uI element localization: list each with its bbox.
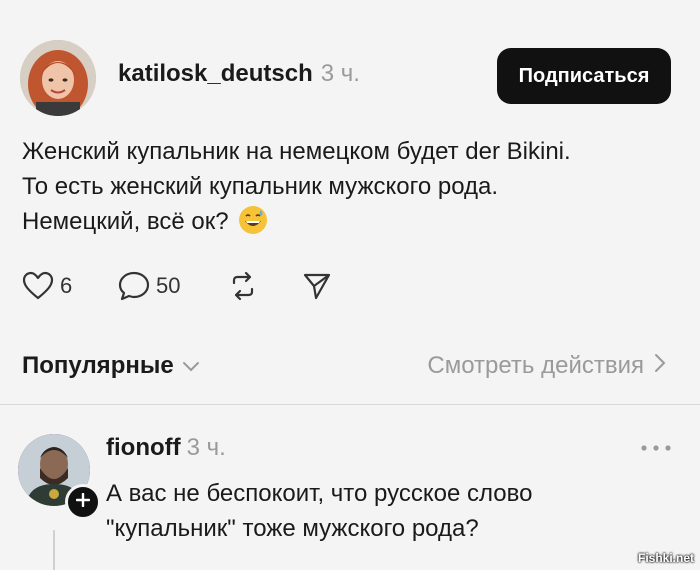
post-text-line-last: Немецкий, всё ок? [22,204,571,239]
reply-text: А вас не беспокоит, что русское слово "к… [106,476,532,546]
speech-bubble-icon [118,271,150,301]
section-divider [0,404,700,405]
plus-icon [75,492,91,512]
author-avatar[interactable] [20,40,96,116]
repost-icon [228,271,258,301]
post-time: 3 ч. [320,60,360,87]
post-text-line: Женский купальник на немецком будет der … [22,138,571,165]
like-count: 6 [60,273,73,298]
post-text-line-content: Немецкий, всё ок? [22,208,229,235]
like-button[interactable]: 6 [22,270,72,302]
follow-button[interactable]: Подписаться [497,48,671,104]
more-icon [638,443,674,460]
view-activity-label: Смотреть действия [427,352,644,379]
follow-reply-author-button[interactable] [65,484,101,520]
grinning-sweat-emoji [239,206,268,234]
reply-header: fionoff 3 ч. [106,434,226,462]
repost-button[interactable] [228,270,258,302]
post-text: Женский купальник на немецком будет der … [22,134,571,239]
comment-button[interactable]: 50 [118,270,180,302]
reply-author[interactable]: fionoff [106,434,181,461]
post-text-line: То есть женский купальник мужского рода. [22,173,499,200]
sort-label: Популярные [22,352,174,379]
thread-line [53,530,55,570]
send-icon [302,271,332,301]
chevron-down-icon [174,352,200,380]
post: katilosk_deutsch 3 ч. Подписаться Женский… [0,0,700,320]
reply-time: 3 ч. [186,434,226,461]
reply-text-line: А вас не беспокоит, что русское слово [106,480,533,507]
sort-dropdown[interactable]: Популярные [22,352,200,380]
chevron-right-icon [644,352,666,380]
share-button[interactable] [302,270,332,302]
view-activity-link[interactable]: Смотреть действия [427,352,666,380]
more-options-button[interactable] [638,440,674,456]
author-name[interactable]: katilosk_deutsch [118,60,313,87]
watermark: Fishki.net [637,551,694,565]
reply-text-line: "купальник" тоже мужского рода? [106,515,479,542]
comment-count: 50 [156,273,181,298]
heart-icon [22,271,54,301]
author-row: katilosk_deutsch 3 ч. [118,60,360,88]
